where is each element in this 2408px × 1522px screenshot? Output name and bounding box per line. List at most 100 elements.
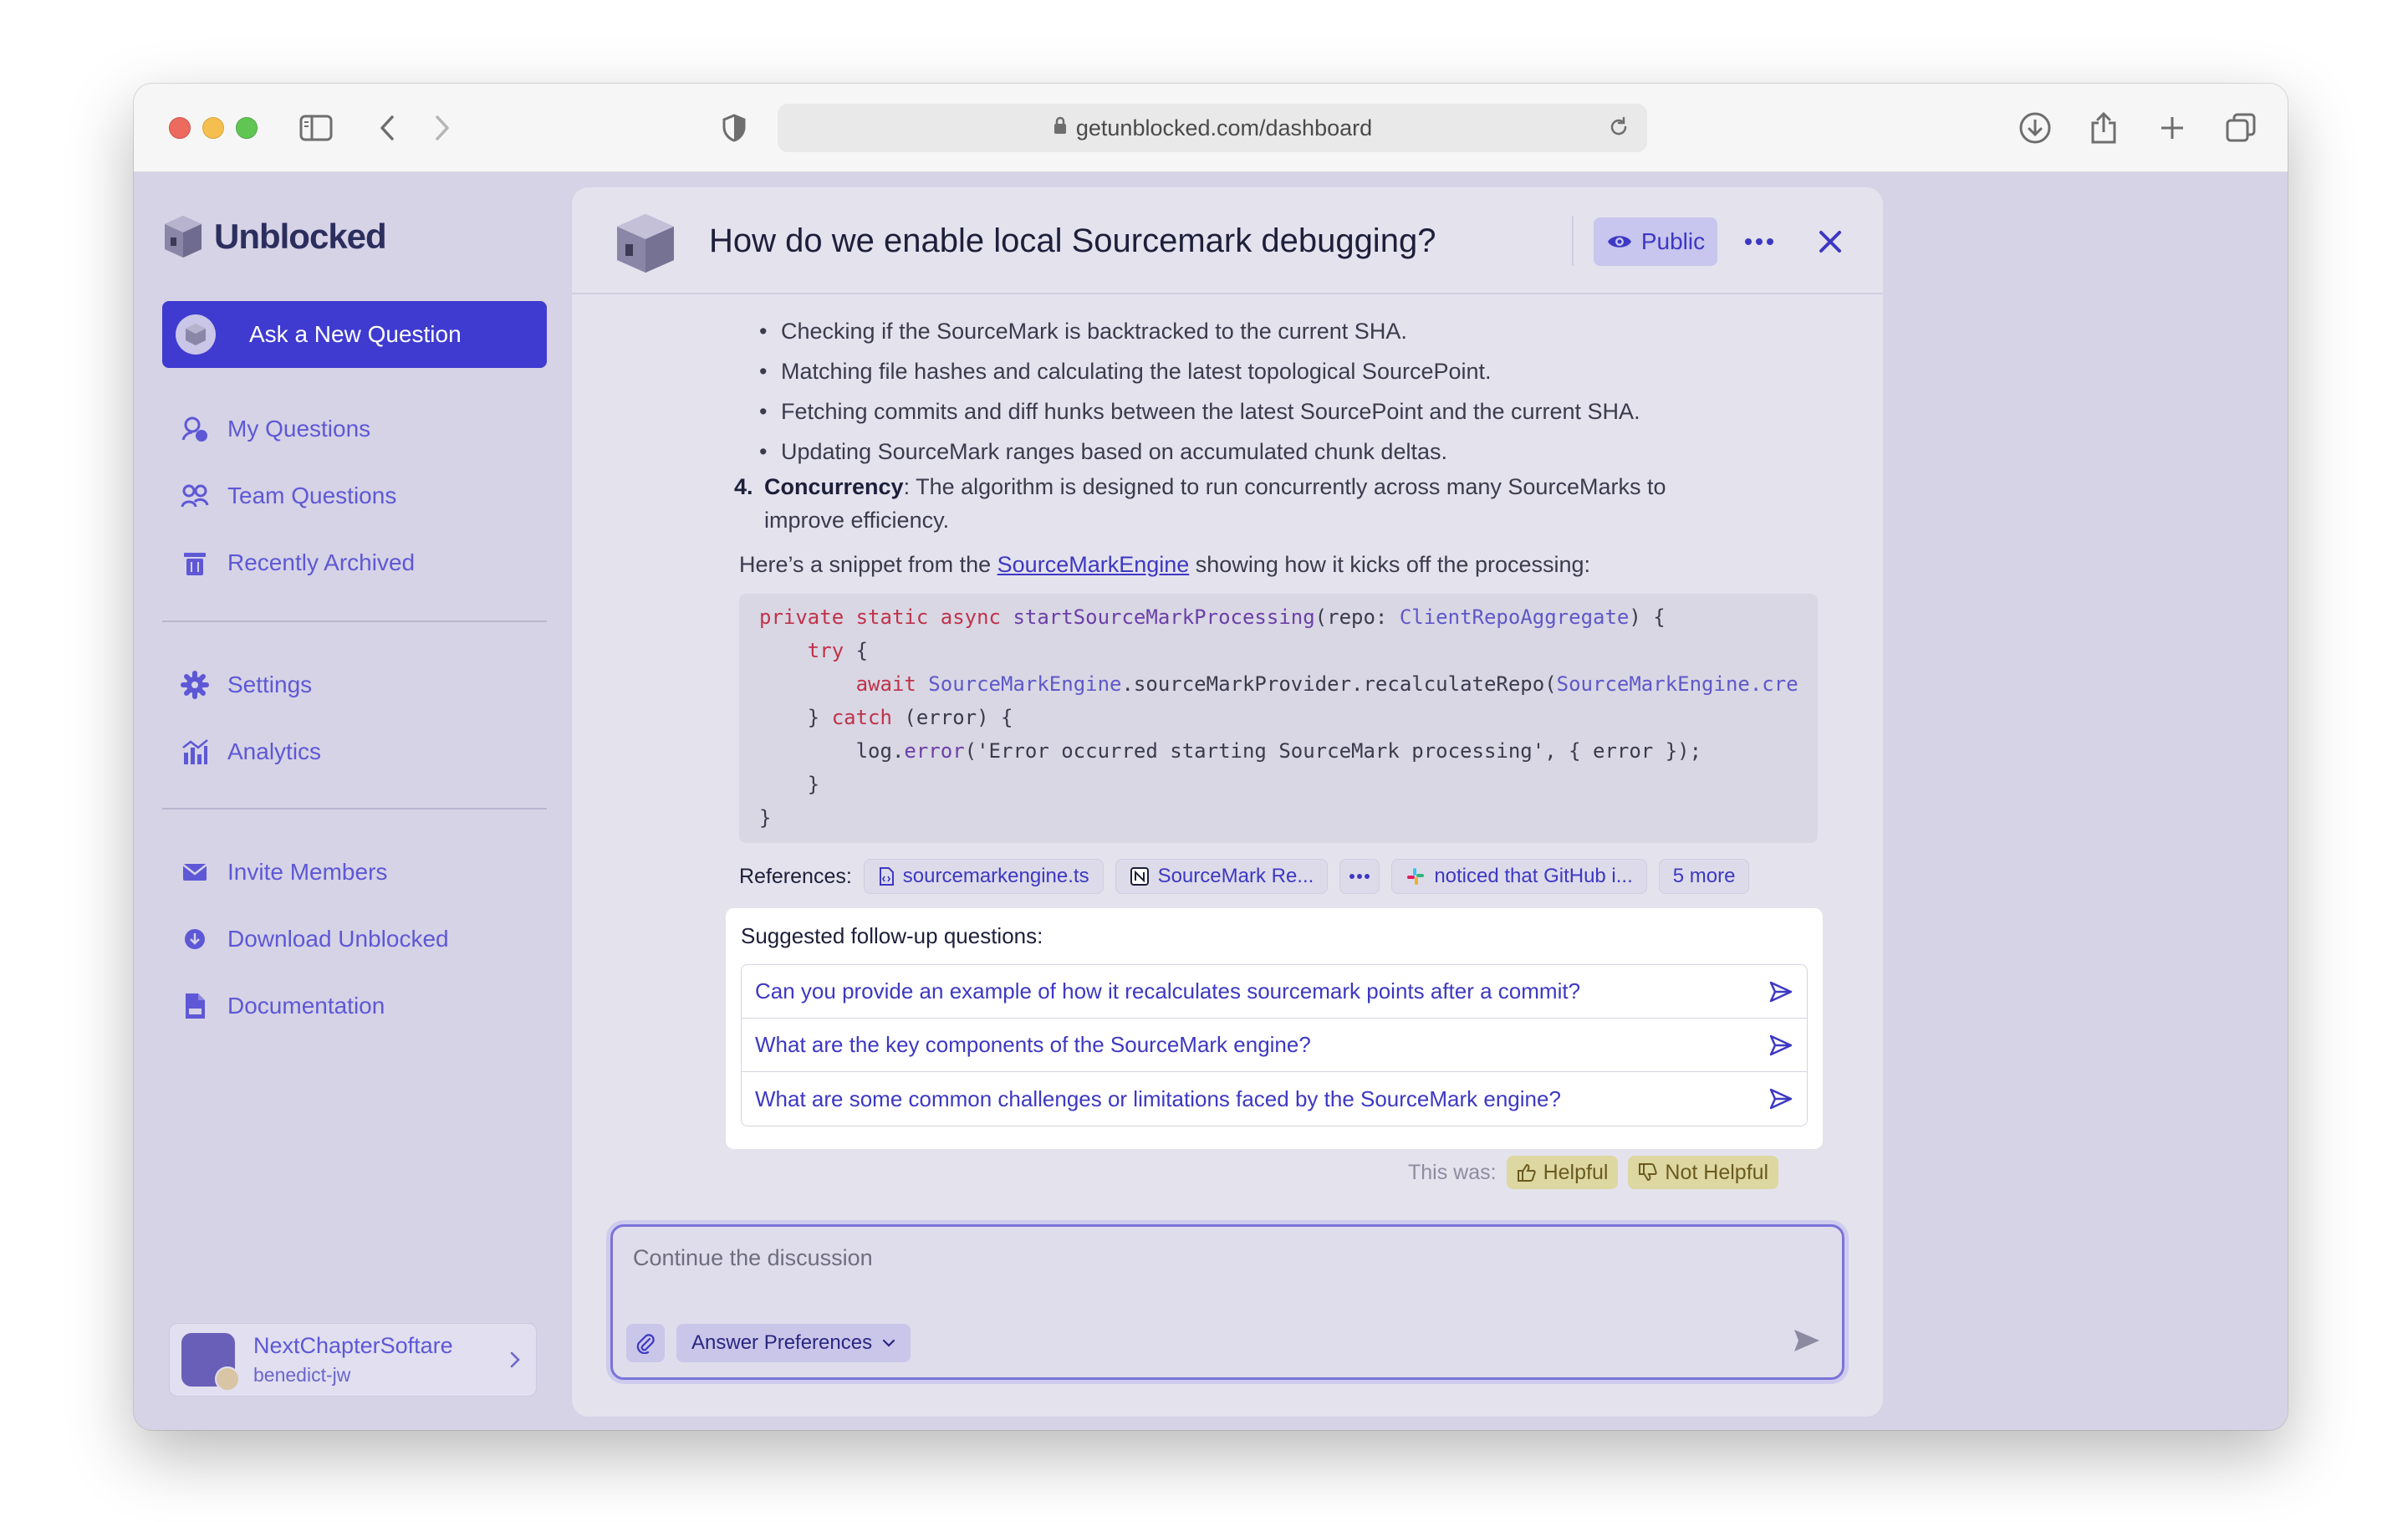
sidebar-item-label: My Questions bbox=[227, 416, 371, 442]
team-avatar bbox=[181, 1333, 240, 1392]
privacy-shield-icon[interactable] bbox=[719, 109, 749, 147]
list-item: Updating SourceMark ranges based on accu… bbox=[759, 432, 1640, 472]
user-avatar bbox=[215, 1366, 240, 1392]
code-token: SourceMarkEngine.cre bbox=[1556, 672, 1798, 696]
code-token: } bbox=[807, 706, 832, 729]
followup-questions: Suggested follow-up questions: Can you p… bbox=[726, 908, 1823, 1149]
back-icon[interactable] bbox=[375, 109, 400, 147]
not-helpful-button[interactable]: Not Helpful bbox=[1628, 1156, 1779, 1189]
followup-item[interactable]: What are the key components of the Sourc… bbox=[742, 1019, 1807, 1072]
code-token: ) { bbox=[1629, 605, 1666, 629]
sidebar-item-analytics[interactable]: Analytics bbox=[181, 738, 321, 766]
sidebar-item-invite-members[interactable]: Invite Members bbox=[181, 858, 387, 886]
ask-new-question-button[interactable]: Ask a New Question bbox=[162, 301, 547, 368]
composer-placeholder[interactable]: Continue the discussion bbox=[633, 1245, 873, 1271]
sidebar: Unblocked Ask a New Question My Question… bbox=[134, 172, 569, 1430]
thumbs-up-icon bbox=[1517, 1163, 1536, 1182]
more-count-label: 5 more bbox=[1672, 865, 1736, 887]
discussion-composer[interactable]: Continue the discussion Answer Preferenc… bbox=[610, 1224, 1844, 1380]
helpful-label: Helpful bbox=[1543, 1160, 1609, 1184]
send-message-button[interactable] bbox=[1792, 1327, 1822, 1358]
sidebar-item-my-questions[interactable]: My Questions bbox=[181, 415, 370, 443]
visibility-label: Public bbox=[1640, 228, 1706, 254]
reference-chip[interactable]: SourceMark Re... bbox=[1115, 859, 1329, 894]
sidebar-item-documentation[interactable]: Documentation bbox=[181, 992, 385, 1020]
followup-text: What are some common challenges or limit… bbox=[755, 1085, 1561, 1111]
brand-name: Unblocked bbox=[214, 217, 387, 256]
send-icon bbox=[1769, 1034, 1793, 1055]
brand-logo[interactable]: Unblocked bbox=[162, 214, 387, 259]
new-tab-icon[interactable] bbox=[2155, 109, 2189, 147]
code-token: startSourceMarkProcessing bbox=[1013, 605, 1315, 629]
envelope-icon bbox=[182, 864, 207, 881]
code-token: .sourceMarkProvider.recalculateRepo( bbox=[1121, 672, 1557, 696]
sidebar-toggle-icon[interactable] bbox=[298, 109, 334, 147]
more-references-button[interactable] bbox=[1339, 859, 1380, 894]
sourcemarkengine-link[interactable]: SourceMarkEngine bbox=[997, 552, 1190, 577]
minimize-window-button[interactable] bbox=[202, 117, 224, 139]
feedback-bar: This was: Helpful Not Helpful bbox=[1408, 1156, 1779, 1189]
tab-overview-icon[interactable] bbox=[2222, 109, 2259, 147]
sidebar-item-label: Analytics bbox=[227, 738, 322, 764]
references-bar: References: sourcemarkengine.ts SourceMa… bbox=[739, 858, 1750, 895]
address-bar[interactable]: getunblocked.com/dashboard bbox=[778, 104, 1647, 152]
attach-button[interactable] bbox=[626, 1324, 665, 1362]
followup-title: Suggested follow-up questions: bbox=[741, 923, 1043, 948]
eye-icon bbox=[1607, 236, 1631, 248]
account-switcher[interactable]: NextChapterSoftare benedict-jw bbox=[169, 1323, 537, 1397]
point-number: 4. bbox=[734, 474, 753, 499]
slack-icon bbox=[1407, 868, 1425, 885]
snippet-intro-text: showing how it kicks off the processing: bbox=[1189, 552, 1591, 577]
sidebar-item-settings[interactable]: Settings bbox=[181, 671, 312, 699]
visibility-button[interactable]: Public bbox=[1594, 217, 1717, 266]
trash-icon bbox=[184, 553, 206, 575]
reference-label: SourceMark Re... bbox=[1157, 865, 1314, 887]
sidebar-item-team-questions[interactable]: Team Questions bbox=[181, 482, 396, 510]
header-divider bbox=[1572, 216, 1574, 266]
forward-icon[interactable] bbox=[430, 109, 455, 147]
close-panel-button[interactable] bbox=[1806, 217, 1854, 266]
more-references-count[interactable]: 5 more bbox=[1658, 859, 1750, 894]
gear-icon bbox=[181, 671, 209, 699]
reference-label: noticed that GitHub i... bbox=[1434, 865, 1633, 887]
paperclip-icon bbox=[636, 1334, 655, 1354]
reload-icon[interactable] bbox=[1607, 115, 1630, 145]
code-token: log. bbox=[855, 739, 905, 763]
sidebar-item-label: Documentation bbox=[227, 993, 385, 1019]
code-token: { bbox=[844, 639, 869, 662]
helpful-button[interactable]: Helpful bbox=[1506, 1156, 1619, 1189]
sidebar-item-download-unblocked[interactable]: Download Unblocked bbox=[181, 925, 449, 953]
unblocked-logo-icon bbox=[165, 216, 202, 258]
references-label: References: bbox=[739, 864, 852, 888]
code-token: (repo: bbox=[1314, 605, 1400, 629]
send-icon bbox=[1769, 1088, 1793, 1110]
file-code-icon bbox=[879, 867, 894, 886]
downloads-icon[interactable] bbox=[2017, 109, 2053, 147]
question-title: How do we enable local Sourcemark debugg… bbox=[709, 222, 1436, 259]
reference-chip[interactable]: sourcemarkengine.ts bbox=[863, 859, 1104, 894]
chevron-right-icon bbox=[509, 1349, 521, 1376]
share-icon[interactable] bbox=[2087, 109, 2120, 147]
snippet-intro-text: Here’s a snippet from the bbox=[739, 552, 997, 577]
ellipsis-icon bbox=[1745, 238, 1773, 245]
reference-label: sourcemarkengine.ts bbox=[902, 865, 1089, 887]
question-cube-icon bbox=[617, 214, 674, 273]
send-icon bbox=[1794, 1330, 1819, 1351]
ask-avatar-icon bbox=[176, 314, 216, 355]
sidebar-item-label: Download Unblocked bbox=[227, 926, 449, 952]
user-name: benedict-jw bbox=[253, 1364, 351, 1386]
preferences-label: Answer Preferences bbox=[691, 1331, 873, 1354]
zoom-window-button[interactable] bbox=[236, 117, 258, 139]
followup-item[interactable]: What are some common challenges or limit… bbox=[742, 1072, 1807, 1126]
code-token: } bbox=[807, 773, 820, 796]
more-options-button[interactable] bbox=[1734, 217, 1784, 266]
sidebar-item-recently-archived[interactable]: Recently Archived bbox=[181, 549, 415, 577]
followup-item[interactable]: Can you provide an example of how it rec… bbox=[742, 965, 1807, 1019]
answer-preferences-button[interactable]: Answer Preferences bbox=[676, 1324, 911, 1362]
close-icon bbox=[1819, 231, 1841, 253]
code-token: await bbox=[855, 672, 929, 696]
reference-chip[interactable]: noticed that GitHub i... bbox=[1391, 859, 1647, 894]
notion-icon bbox=[1130, 867, 1149, 886]
close-window-button[interactable] bbox=[169, 117, 191, 139]
question-panel: How do we enable local Sourcemark debugg… bbox=[572, 187, 1883, 1417]
